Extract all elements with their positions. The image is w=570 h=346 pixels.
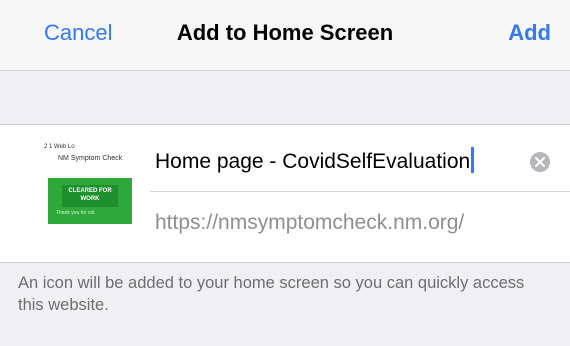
bookmark-card: 2 1 Web Lo NM Symptom Check CLEARED FOR … [0, 124, 570, 263]
thumbnail-subtext: Thank you for col [56, 210, 95, 216]
site-thumbnail: 2 1 Web Lo NM Symptom Check CLEARED FOR … [40, 141, 132, 247]
thumbnail-text-2: NM Symptom Check [58, 155, 123, 162]
thumbnail-text-1: 2 1 Web Lo [44, 144, 75, 150]
text-caret [471, 147, 475, 173]
site-url: https://nmsymptomcheck.nm.org/ [155, 211, 465, 234]
name-input-value: Home page - CovidSelfEvaluation [155, 150, 471, 173]
cancel-button[interactable]: Cancel [44, 20, 112, 46]
field-separator [150, 191, 570, 192]
thumbnail-banner: CLEARED FOR WORK Thank you for col [48, 178, 132, 224]
name-input[interactable]: Home page - CovidSelfEvaluation [155, 147, 490, 181]
thumbnail-badge: CLEARED FOR WORK [62, 185, 118, 207]
footnote-text: An icon will be added to your home scree… [18, 274, 525, 314]
add-button[interactable]: Add [508, 20, 551, 46]
clear-icon[interactable] [530, 152, 550, 172]
navigation-bar: Add to Home Screen Cancel Add [0, 0, 570, 71]
